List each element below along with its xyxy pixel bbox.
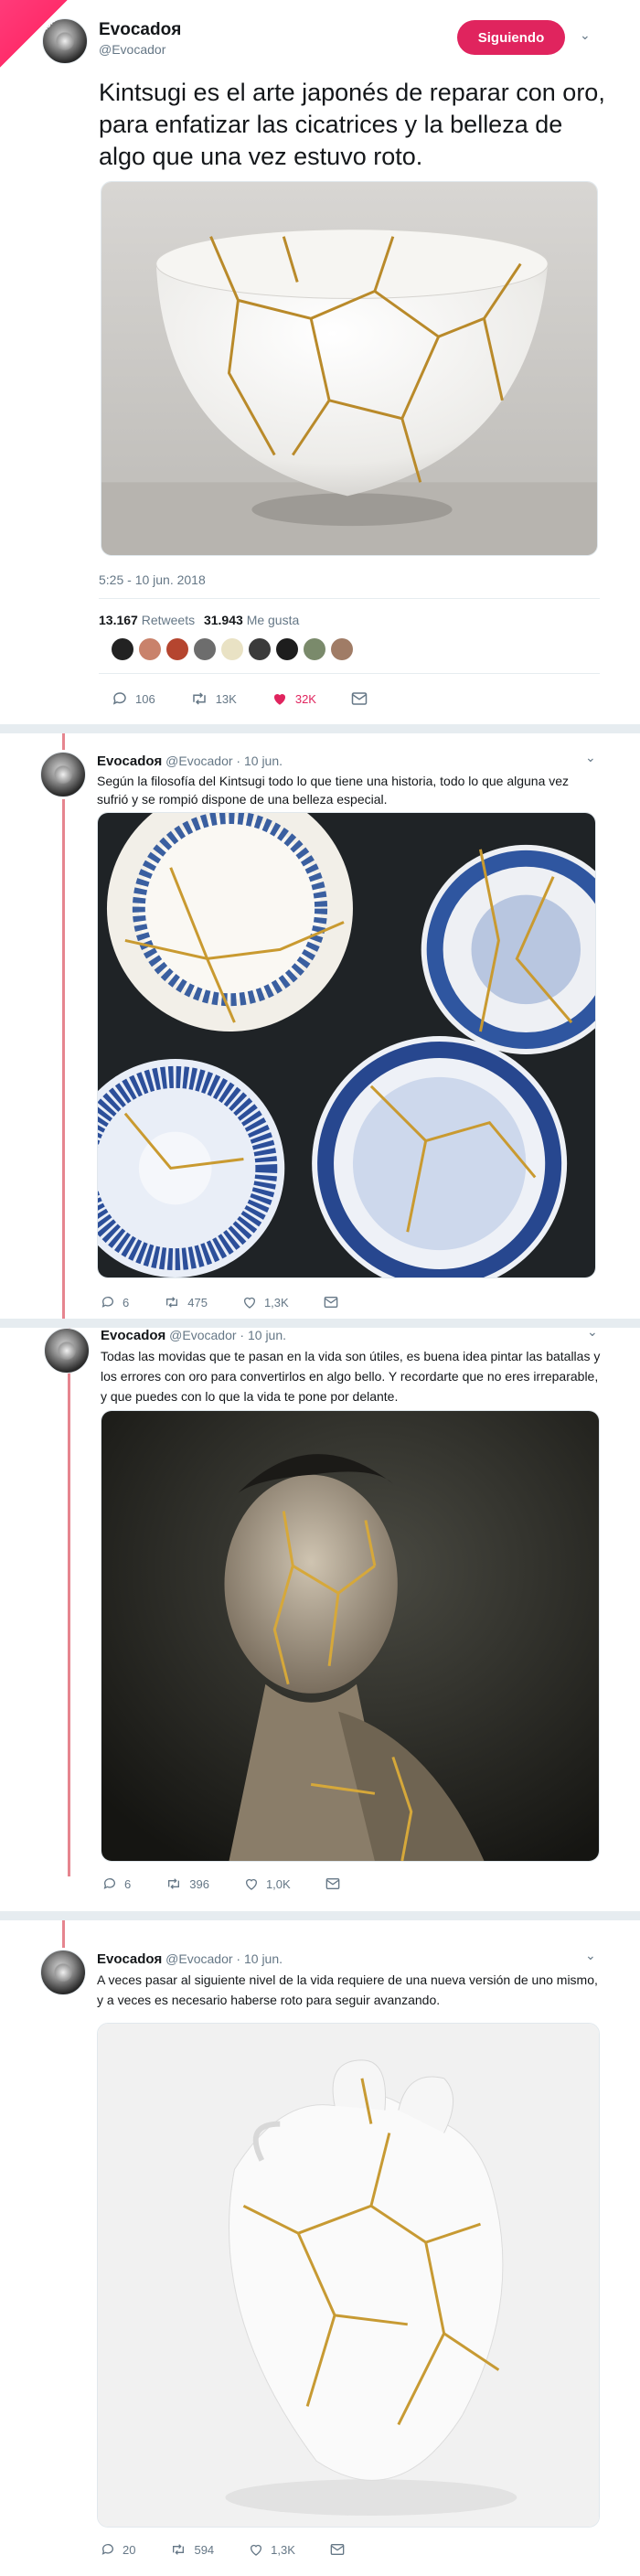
heart-icon [243, 1297, 255, 1309]
like-count: 32K [294, 691, 316, 706]
reply-icon [101, 1297, 113, 1308]
reply-icon [112, 692, 126, 705]
retweet-count: 475 [187, 1295, 208, 1309]
following-button[interactable]: Siguiendo [457, 20, 565, 55]
tweet-text: Según la filosofía del Kintsugi todo lo … [97, 774, 570, 807]
heart-icon [273, 693, 285, 705]
avatar[interactable] [40, 752, 86, 797]
retweets-count[interactable]: 13.167 [99, 613, 138, 627]
avatar[interactable] [40, 1950, 86, 1995]
envelope-icon [324, 1297, 338, 1308]
reply-button[interactable]: 20 [101, 2542, 135, 2557]
retweet-icon [166, 1297, 178, 1308]
reply-count: 106 [135, 691, 155, 706]
avatar[interactable] [44, 1328, 90, 1374]
kintsugi-portrait-image[interactable] [101, 1410, 600, 1862]
chevron-down-icon[interactable]: ⌄ [580, 27, 591, 43]
tweet-actions: 6 475 1,3K [101, 1295, 380, 1309]
reply-tweet: Evocadoя @Evocador · 10 jun. ⌄ Según la … [0, 733, 640, 1328]
likes-label[interactable]: Me gusta [247, 613, 300, 627]
author-handle[interactable]: @Evocador [99, 42, 165, 57]
reply-count: 6 [124, 1876, 132, 1891]
author-name[interactable]: Evocadoя [101, 1328, 165, 1343]
chevron-down-icon[interactable]: ⌄ [585, 750, 596, 765]
tweet-date[interactable]: 10 jun. [244, 754, 283, 768]
chevron-down-icon[interactable]: ⌄ [585, 1948, 596, 1963]
reply-button[interactable]: 106 [112, 690, 155, 707]
retweet-button[interactable]: 475 [164, 1295, 208, 1309]
envelope-icon [330, 2544, 345, 2555]
reply-button[interactable]: 6 [102, 1876, 131, 1891]
tweet-timestamp[interactable]: 5:25 - 10 jun. 2018 [99, 572, 206, 587]
envelope-icon [325, 1878, 340, 1889]
reply-icon [103, 1878, 115, 1889]
reply-icon [101, 2544, 113, 2555]
envelope-icon [351, 692, 368, 705]
liker-avatar[interactable] [194, 638, 216, 660]
liker-avatar[interactable] [166, 638, 188, 660]
like-count: 1,0K [265, 1876, 291, 1891]
heart-icon [251, 2544, 262, 2556]
tweet-date[interactable]: 10 jun. [244, 1951, 283, 1966]
liker-avatar[interactable] [221, 638, 243, 660]
like-count: 1,3K [263, 1295, 289, 1309]
like-button[interactable]: 32K [272, 690, 316, 707]
retweet-button[interactable]: 396 [165, 1876, 209, 1891]
tweet-actions: 6 396 1,0K [102, 1876, 382, 1891]
retweet-icon [192, 692, 206, 705]
author-name[interactable]: Evocadoя [97, 1951, 162, 1967]
kintsugi-bowl-image[interactable] [101, 181, 598, 556]
site-watermark: VISTOENLASREDES.COM [0, 0, 85, 68]
retweet-count: 13K [215, 691, 237, 706]
reply-count: 20 [123, 2542, 136, 2557]
reply-tweet: Evocadoя @Evocador · 10 jun. ⌄ Todas las… [0, 1324, 640, 1946]
retweet-button[interactable]: 13K [190, 690, 237, 707]
main-tweet: Evocadoя @Evocador Siguiendo ⌄ Kintsugi … [0, 0, 640, 706]
liker-avatar[interactable] [304, 638, 325, 660]
liker-avatar[interactable] [331, 638, 353, 660]
retweet-count: 594 [194, 2542, 215, 2557]
likes-count[interactable]: 31.943 [204, 613, 243, 627]
tweet-text: Kintsugi es el arte japonés de reparar c… [99, 79, 605, 170]
tweet-actions: 106 13K 32K [112, 690, 410, 707]
like-button[interactable]: 1,3K [249, 2542, 295, 2557]
liker-avatar[interactable] [112, 638, 133, 660]
author-handle[interactable]: @Evocador [165, 1951, 232, 1966]
kintsugi-plates-image[interactable] [97, 812, 596, 1278]
like-count: 1,3K [271, 2542, 295, 2557]
tweet-text: A veces pasar al siguiente nivel de la v… [97, 1972, 598, 2007]
tweet-text: Todas las movidas que te pasan en la vid… [101, 1349, 601, 1404]
retweet-icon [168, 1878, 180, 1889]
tweet-stats: 13.167 Retweets 31.943 Me gusta [99, 613, 299, 627]
kintsugi-heart-image[interactable] [97, 2023, 600, 2528]
retweet-icon [173, 2544, 185, 2555]
author-name[interactable]: Evocadoя [97, 754, 162, 769]
like-button[interactable]: 1,0K [244, 1876, 291, 1891]
retweets-label[interactable]: Retweets [142, 613, 195, 627]
reply-button[interactable]: 6 [101, 1295, 129, 1309]
retweet-count: 396 [189, 1876, 209, 1891]
liker-avatar[interactable] [249, 638, 271, 660]
direct-message-button[interactable] [324, 1296, 346, 1309]
direct-message-button[interactable] [325, 1877, 347, 1890]
liker-avatar[interactable] [139, 638, 161, 660]
retweet-button[interactable]: 594 [170, 2542, 214, 2557]
tweet-date[interactable]: 10 jun. [248, 1328, 286, 1342]
tweet-actions: 20 594 1,3K [101, 2542, 387, 2557]
liker-avatars [112, 638, 358, 660]
author-handle[interactable]: @Evocador [169, 1328, 236, 1342]
author-handle[interactable]: @Evocador [165, 754, 232, 768]
liker-avatar[interactable] [276, 638, 298, 660]
direct-message-button[interactable] [351, 691, 375, 706]
author-name[interactable]: Evocadoя [99, 20, 181, 40]
chevron-down-icon[interactable]: ⌄ [587, 1324, 598, 1340]
like-button[interactable]: 1,3K [242, 1295, 289, 1309]
direct-message-button[interactable] [330, 2543, 352, 2556]
heart-icon [245, 1878, 257, 1890]
reply-tweet: Evocadoя @Evocador · 10 jun. ⌄ A veces p… [0, 1920, 640, 2576]
reply-count: 6 [123, 1295, 130, 1309]
